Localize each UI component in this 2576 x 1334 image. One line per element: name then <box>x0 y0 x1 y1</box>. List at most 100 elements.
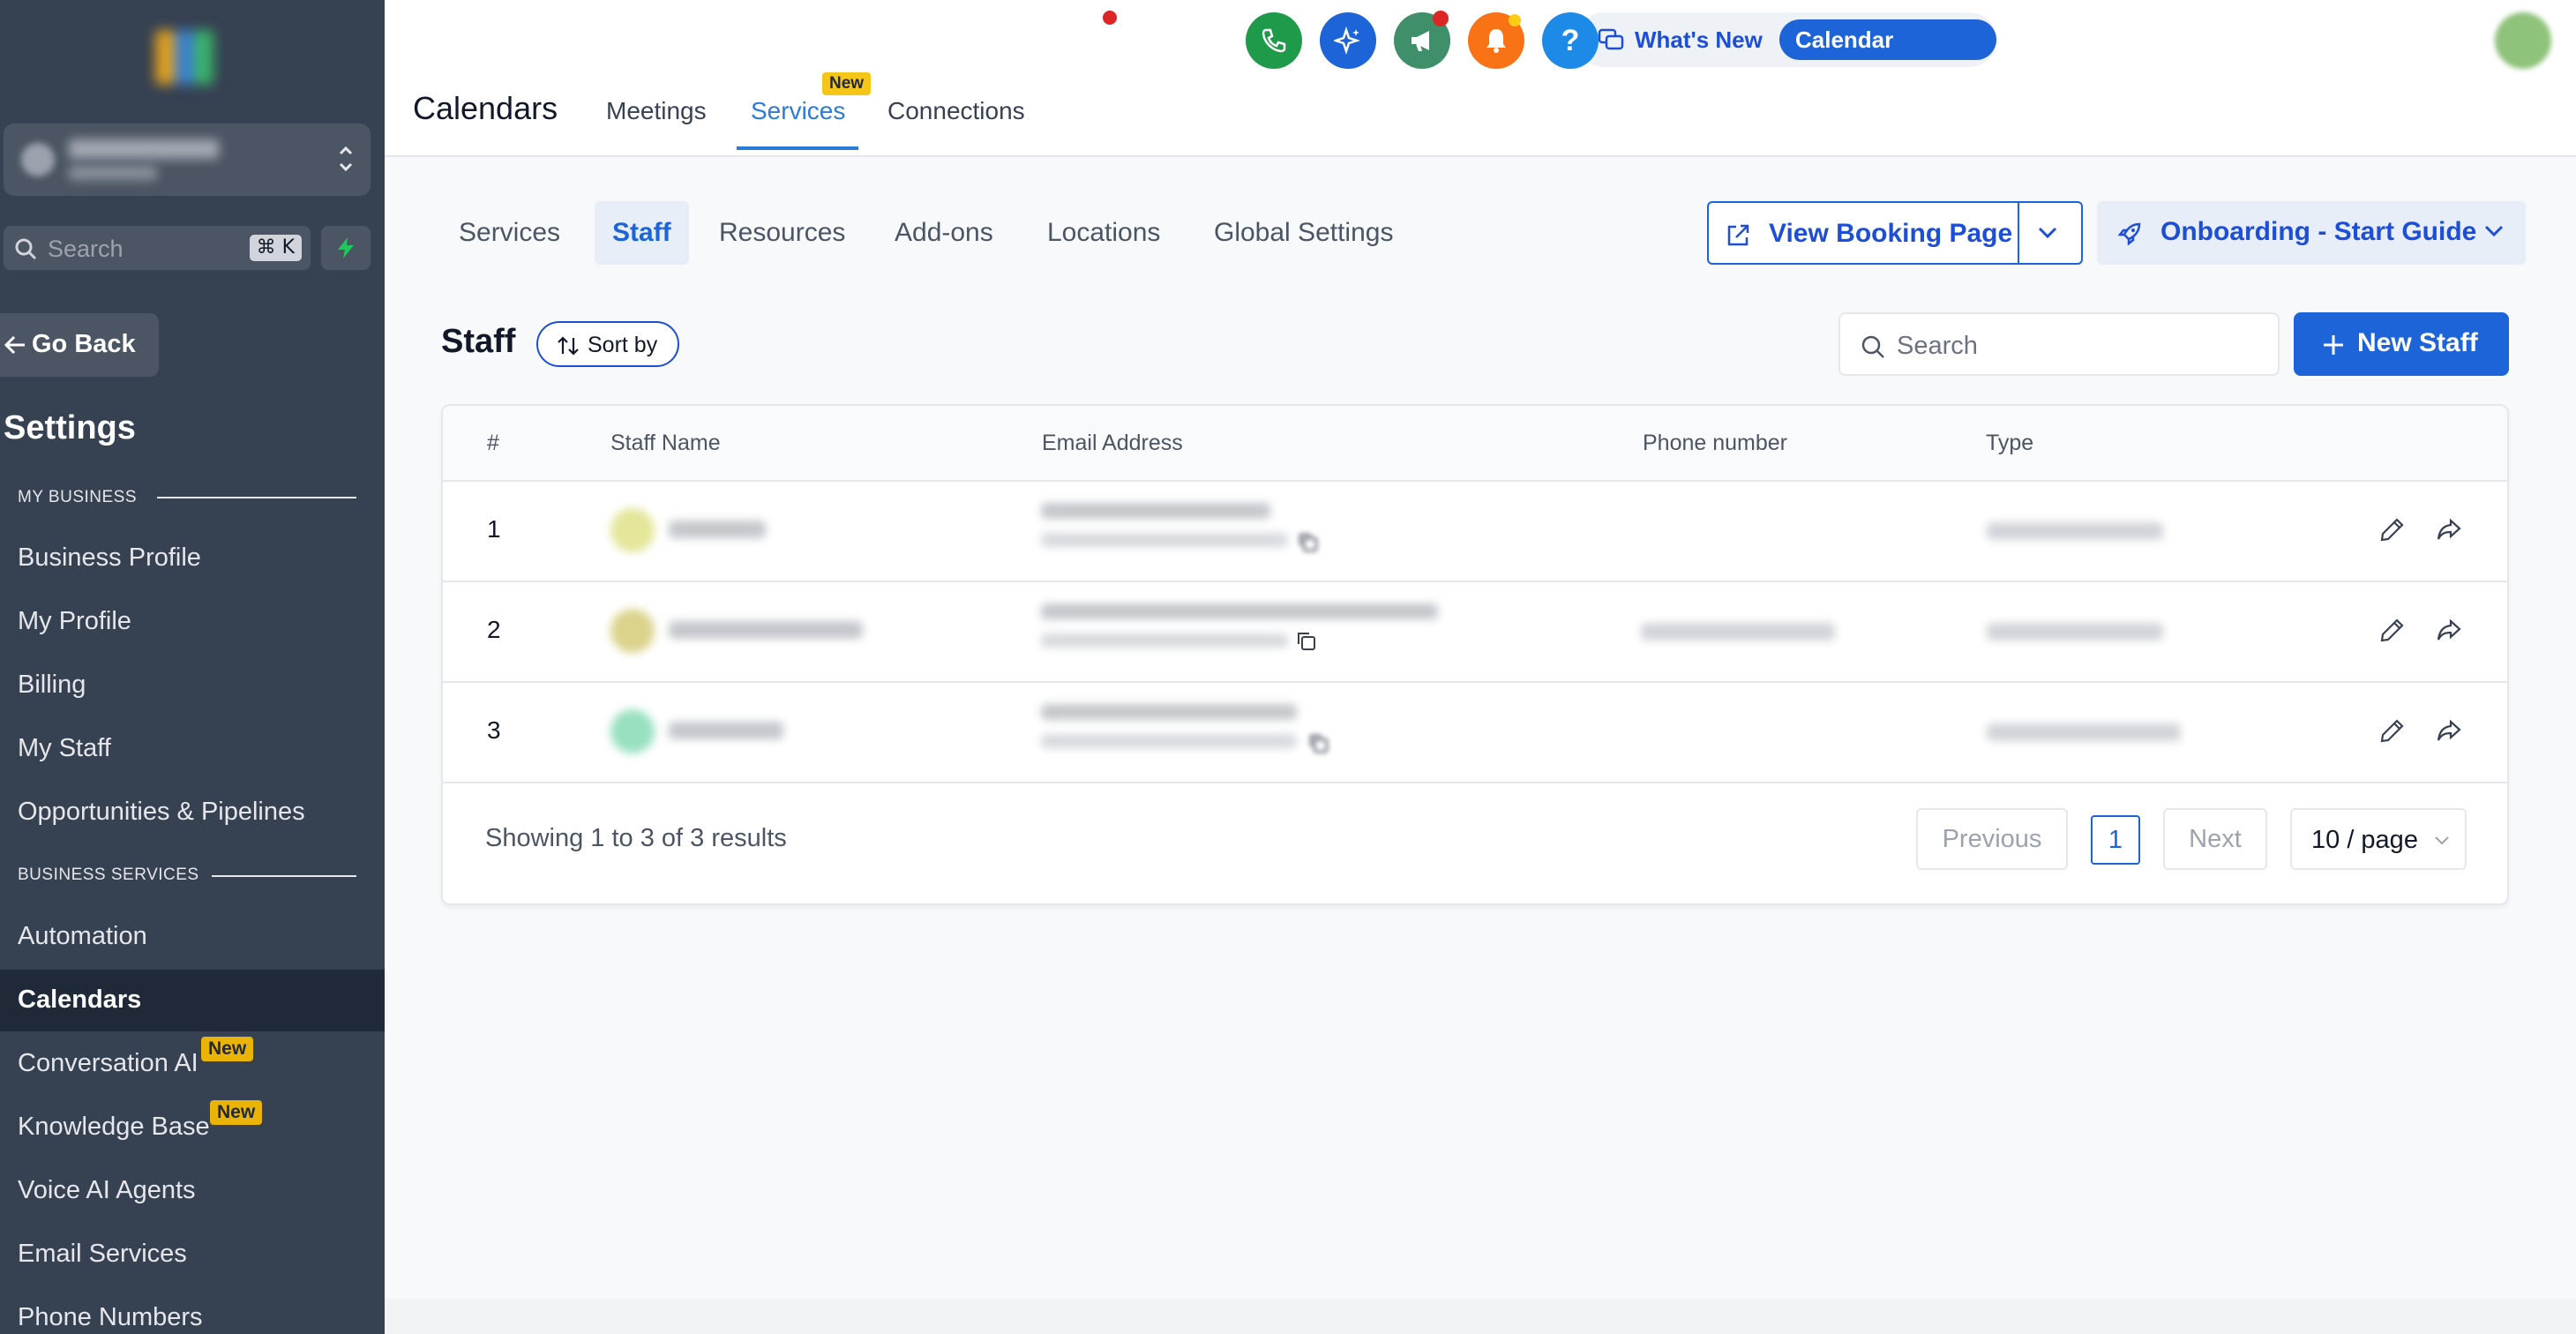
sidebar-item-automation[interactable]: Automation <box>0 906 385 968</box>
subtab-add-ons[interactable]: Add-ons <box>895 201 993 265</box>
tab-connections[interactable]: Connections <box>887 97 1025 125</box>
share-icon[interactable] <box>2435 515 2463 543</box>
results-summary: Showing 1 to 3 of 3 results <box>485 824 787 852</box>
sidebar-item-my-profile[interactable]: My Profile <box>0 591 385 653</box>
account-name-blurred <box>69 139 219 159</box>
copy-icon[interactable] <box>1297 531 1320 554</box>
user-avatar[interactable] <box>2495 12 2551 69</box>
row-number: 2 <box>487 616 501 643</box>
staff-search-input[interactable]: Search <box>1838 312 2280 376</box>
staff-avatar <box>610 609 655 653</box>
subtab-services[interactable]: Services <box>459 201 560 265</box>
email-sub-blurred <box>1041 533 1288 547</box>
edit-pencil-icon[interactable] <box>2378 716 2407 745</box>
arrow-left-icon <box>4 335 25 355</box>
sort-arrows-icon <box>558 336 579 356</box>
next-page-button[interactable]: Next <box>2163 808 2267 870</box>
sidebar-item-calendars[interactable]: Calendars <box>0 970 385 1031</box>
sidebar-item-label: Conversation AI <box>18 1049 198 1077</box>
view-booking-page-button[interactable]: View Booking Page <box>1707 201 2083 265</box>
sidebar-item-conversation-ai[interactable]: Conversation AI New <box>0 1033 385 1095</box>
copy-icon[interactable] <box>1307 732 1330 755</box>
bell-icon <box>1486 29 1506 53</box>
copy-icon[interactable] <box>1295 630 1318 653</box>
table-row[interactable]: 2 <box>443 582 2507 683</box>
type-blurred <box>1987 623 2163 641</box>
sidebar-item-billing[interactable]: Billing <box>0 655 385 716</box>
chevron-down-icon[interactable] <box>2037 224 2058 242</box>
active-tab-indicator <box>737 146 858 150</box>
type-blurred <box>1987 723 2181 741</box>
subtab-staff[interactable]: Staff <box>595 201 689 265</box>
table-row[interactable]: 3 <box>443 683 2507 783</box>
share-icon[interactable] <box>2435 716 2463 745</box>
sidebar-item-label: My Profile <box>18 607 131 635</box>
new-badge: New <box>210 1100 263 1125</box>
previous-page-button[interactable]: Previous <box>1916 808 2068 870</box>
tab-meetings[interactable]: Meetings <box>606 97 707 125</box>
search-shortcut: ⌘ K <box>249 235 302 261</box>
page-footer-strip <box>385 1299 2576 1334</box>
ai-assist-button[interactable] <box>1320 12 1376 69</box>
column-header-type: Type <box>1986 431 2034 455</box>
go-back-button[interactable]: Go Back <box>0 313 159 377</box>
section-my-business: MY BUSINESS <box>18 488 138 506</box>
sidebar-item-label: Phone Numbers <box>18 1303 203 1331</box>
sidebar: Search ⌘ K Go Back Settings MY BUSINESS … <box>0 0 385 1334</box>
account-subtitle-blurred <box>69 166 157 180</box>
new-badge: New <box>822 72 872 95</box>
app-logo[interactable] <box>146 23 222 94</box>
bolt-icon <box>338 237 354 259</box>
new-staff-button[interactable]: New Staff <box>2294 312 2509 376</box>
chat-update-icon <box>1598 28 1624 50</box>
sort-by-label: Sort by <box>588 333 658 357</box>
page-number-button[interactable]: 1 <box>2091 815 2140 865</box>
help-button[interactable]: ? <box>1542 12 1599 69</box>
phone-button[interactable] <box>1246 12 1302 69</box>
whats-new-banner[interactable]: What's New Calendar Updates <box>1576 12 1996 94</box>
button-divider <box>2018 203 2019 263</box>
account-switcher[interactable] <box>4 124 371 196</box>
sidebar-item-email-services[interactable]: Email Services <box>0 1224 385 1285</box>
onboarding-guide-button[interactable]: Onboarding - Start Guide <box>2097 201 2526 265</box>
sort-by-button[interactable]: Sort by <box>536 321 679 367</box>
sidebar-item-phone-numbers[interactable]: Phone Numbers <box>0 1287 385 1334</box>
edit-pencil-icon[interactable] <box>2378 515 2407 543</box>
sidebar-item-label: Business Profile <box>18 543 201 572</box>
sidebar-item-label: Knowledge Base <box>18 1113 210 1141</box>
search-icon <box>1861 335 1884 358</box>
notification-dot <box>1509 14 1521 26</box>
page-title: Calendars <box>413 90 558 126</box>
tab-services[interactable]: Services <box>751 97 845 125</box>
subtab-global-settings[interactable]: Global Settings <box>1214 201 1393 265</box>
share-icon[interactable] <box>2435 616 2463 644</box>
search-icon <box>15 238 37 260</box>
table-header: # Staff Name Email Address Phone number … <box>443 406 2507 482</box>
staff-name-blurred <box>669 521 766 538</box>
rocket-icon <box>2117 222 2141 246</box>
subtab-locations[interactable]: Locations <box>1047 201 1160 265</box>
per-page-value: 10 / page <box>2311 826 2418 854</box>
sparkle-icon <box>1334 26 1360 55</box>
subtab-resources[interactable]: Resources <box>719 201 845 265</box>
sidebar-item-opportunities[interactable]: Opportunities & Pipelines <box>0 782 385 843</box>
staff-avatar <box>610 508 655 552</box>
per-page-select[interactable]: 10 / page <box>2290 808 2467 870</box>
quick-action-button[interactable] <box>321 226 371 270</box>
email-blurred <box>1041 704 1297 720</box>
section-divider <box>157 497 356 498</box>
sidebar-search[interactable]: Search ⌘ K <box>4 226 311 270</box>
email-sub-blurred <box>1041 734 1297 748</box>
section-business-services: BUSINESS SERVICES <box>18 866 199 884</box>
sidebar-item-business-profile[interactable]: Business Profile <box>0 528 385 589</box>
sidebar-item-voice-ai-agents[interactable]: Voice AI Agents <box>0 1160 385 1222</box>
column-header-number: # <box>487 431 499 455</box>
sidebar-item-my-staff[interactable]: My Staff <box>0 718 385 780</box>
table-row[interactable]: 1 <box>443 482 2507 582</box>
calendar-updates-pill[interactable]: Calendar Updates <box>1779 19 1996 94</box>
sidebar-item-knowledge-base[interactable]: Knowledge Base New <box>0 1097 385 1158</box>
phone-blurred <box>1641 623 1835 641</box>
edit-pencil-icon[interactable] <box>2378 616 2407 644</box>
staff-name-blurred <box>669 621 863 639</box>
go-back-label: Go Back <box>32 330 136 358</box>
